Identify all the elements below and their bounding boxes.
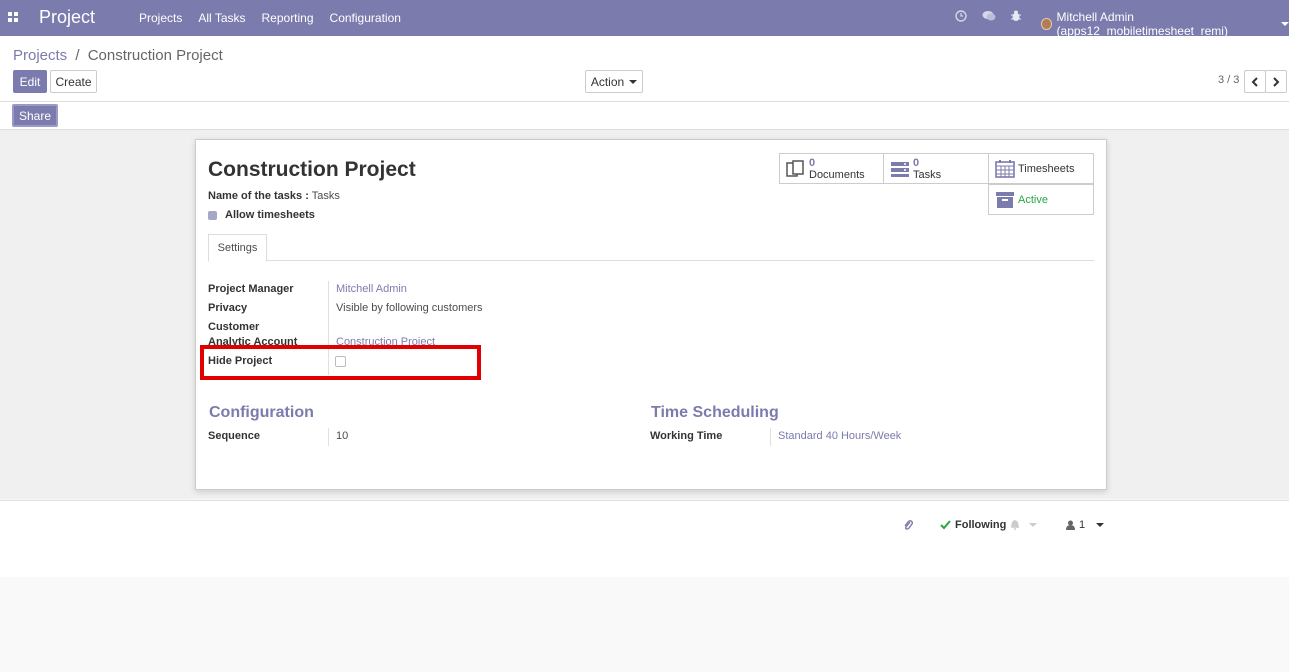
user-icon xyxy=(1066,520,1075,530)
caret-down-icon xyxy=(1029,522,1037,527)
user-menu[interactable]: Mitchell Admin (apps12_mobiletimesheet_r… xyxy=(1041,10,1289,38)
calendar-icon xyxy=(995,160,1015,178)
pager-previous-button[interactable] xyxy=(1244,70,1266,93)
share-button[interactable]: Share xyxy=(12,104,58,127)
menu-all-tasks[interactable]: All Tasks xyxy=(198,11,245,25)
tasks-name-value[interactable]: Tasks xyxy=(312,190,340,202)
project-manager-value[interactable]: Mitchell Admin xyxy=(336,283,407,295)
statusbar: Share xyxy=(0,102,1289,130)
control-panel: Projects / Construction Project Edit Cre… xyxy=(0,36,1289,102)
active-label: Active xyxy=(1018,194,1048,206)
menu-projects[interactable]: Projects xyxy=(139,11,182,25)
followers-count: 1 xyxy=(1079,519,1086,531)
action-label: Action xyxy=(590,74,625,89)
documents-label: Documents xyxy=(809,169,865,181)
sequence-label: Sequence xyxy=(208,430,260,442)
project-manager-label: Project Manager xyxy=(208,283,294,295)
debug-bug-icon[interactable] xyxy=(1010,10,1022,22)
tasks-count: 0 xyxy=(913,157,920,169)
app-brand[interactable]: Project xyxy=(39,7,95,28)
top-navbar: Project Projects All Tasks Reporting Con… xyxy=(0,0,1289,38)
privacy-label: Privacy xyxy=(208,302,248,314)
privacy-value[interactable]: Visible by following customers xyxy=(336,302,483,314)
documents-count: 0 xyxy=(809,157,816,169)
tasks-name-field: Name of the tasks : Tasks xyxy=(208,190,340,202)
field-separator xyxy=(770,428,771,446)
notebook-tabs: Settings xyxy=(208,234,1094,262)
sequence-value[interactable]: 10 xyxy=(336,430,348,442)
allow-timesheets-checkbox[interactable] xyxy=(208,210,217,220)
main-menu: Projects All Tasks Reporting Configurati… xyxy=(139,11,401,25)
clock-icon[interactable] xyxy=(955,10,967,22)
allow-timesheets-field: Allow timesheets xyxy=(208,209,315,221)
working-time-label: Working Time xyxy=(650,430,723,442)
highlight-box xyxy=(200,345,481,380)
form-sheet: Construction Project Name of the tasks :… xyxy=(195,139,1107,490)
check-icon xyxy=(940,520,951,530)
menu-configuration[interactable]: Configuration xyxy=(330,11,401,25)
bell-icon xyxy=(1011,520,1019,530)
breadcrumb-separator: / xyxy=(75,47,80,64)
followers-button[interactable]: 1 xyxy=(1066,519,1105,531)
user-avatar xyxy=(1041,18,1052,30)
chatter: Following 1 xyxy=(0,500,1289,577)
configuration-section-title: Configuration xyxy=(209,404,314,421)
documents-smart-button[interactable]: 0 Documents xyxy=(779,153,884,184)
breadcrumb-current: Construction Project xyxy=(87,47,223,64)
working-time-value[interactable]: Standard 40 Hours/Week xyxy=(778,430,901,442)
documents-icon xyxy=(786,160,804,177)
tasks-icon xyxy=(891,162,909,177)
project-title[interactable]: Construction Project xyxy=(208,158,416,182)
notification-settings[interactable] xyxy=(1010,519,1037,530)
chat-icon[interactable] xyxy=(982,10,996,22)
breadcrumb: Projects / Construction Project xyxy=(13,47,223,64)
timesheets-label: Timesheets xyxy=(1018,163,1075,175)
attachment-button[interactable] xyxy=(903,519,913,531)
menu-reporting[interactable]: Reporting xyxy=(262,11,314,25)
time-scheduling-section-title: Time Scheduling xyxy=(651,404,779,421)
archive-icon xyxy=(996,192,1014,208)
pager-next-button[interactable] xyxy=(1265,70,1287,93)
pager-value[interactable]: 3 / 3 xyxy=(1218,74,1239,86)
paperclip-icon xyxy=(904,519,913,530)
active-toggle-button[interactable]: Active xyxy=(988,184,1094,215)
create-button[interactable]: Create xyxy=(50,70,97,93)
following-button[interactable]: Following xyxy=(940,519,1006,531)
caret-down-icon xyxy=(629,79,638,84)
action-dropdown[interactable]: Action xyxy=(585,70,643,93)
tasks-name-label: Name of the tasks : xyxy=(208,190,309,202)
customer-label: Customer xyxy=(208,321,260,333)
tasks-label: Tasks xyxy=(913,169,942,181)
field-separator xyxy=(328,428,329,446)
allow-timesheets-label: Allow timesheets xyxy=(225,209,315,221)
following-label: Following xyxy=(955,519,1007,531)
tab-settings[interactable]: Settings xyxy=(208,234,267,262)
apps-menu-icon[interactable] xyxy=(8,12,19,23)
caret-down-icon xyxy=(1096,523,1105,527)
tasks-smart-button[interactable]: 0 Tasks xyxy=(883,153,989,184)
chevron-down-icon xyxy=(1281,22,1289,26)
chevron-right-icon xyxy=(1273,76,1280,87)
edit-button[interactable]: Edit xyxy=(13,70,47,93)
user-name: Mitchell Admin (apps12_mobiletimesheet_r… xyxy=(1056,10,1228,38)
tasks-text: 0 Tasks xyxy=(913,157,941,181)
timesheets-smart-button[interactable]: Timesheets xyxy=(988,153,1094,184)
chevron-left-icon xyxy=(1251,76,1258,87)
breadcrumb-projects[interactable]: Projects xyxy=(13,47,67,64)
documents-text: 0 Documents xyxy=(809,157,865,181)
